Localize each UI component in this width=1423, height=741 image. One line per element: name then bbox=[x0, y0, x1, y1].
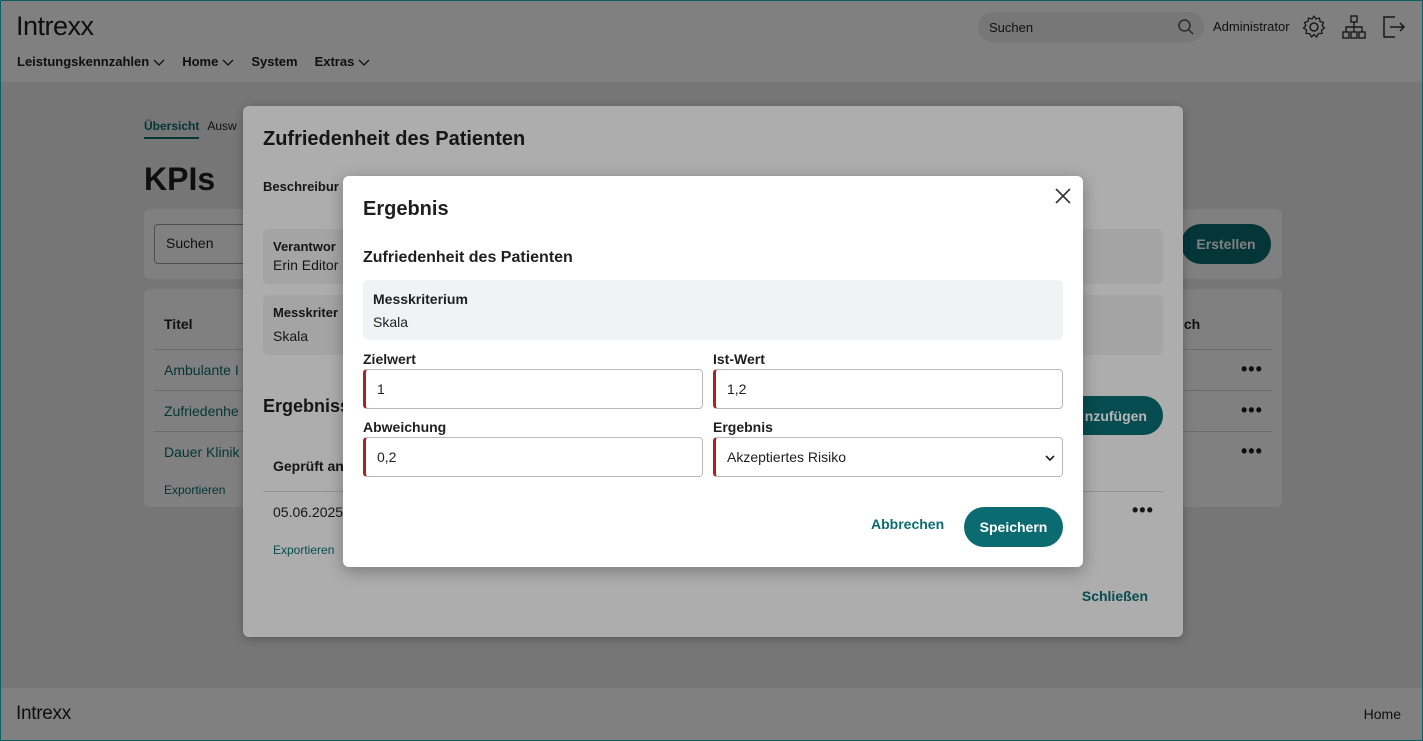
result-label: Ergebnis bbox=[713, 419, 773, 435]
criterion-value: Skala bbox=[373, 314, 409, 330]
criterion-box: Messkriterium Skala bbox=[363, 280, 1063, 340]
dialog-title: Ergebnis bbox=[363, 198, 449, 220]
target-value-field[interactable]: 1 bbox=[363, 369, 703, 409]
deviation-field[interactable]: 0,2 bbox=[363, 437, 703, 477]
deviation-label: Abweichung bbox=[363, 419, 447, 435]
dialog-subtitle: Zufriedenheit des Patienten bbox=[363, 249, 573, 266]
result-select[interactable]: Akzeptiertes Risiko bbox=[713, 437, 1063, 477]
chevron-down-icon bbox=[1045, 455, 1055, 462]
result-selected-value: Akzeptiertes Risiko bbox=[727, 449, 847, 465]
result-dialog: Ergebnis Zufriedenheit des Patienten Mes… bbox=[343, 176, 1083, 567]
criterion-label: Messkriterium bbox=[373, 291, 468, 307]
actual-value-field[interactable]: 1,2 bbox=[713, 369, 1063, 409]
save-button[interactable]: Speichern bbox=[964, 507, 1063, 547]
actual-label: Ist-Wert bbox=[713, 351, 765, 367]
cancel-button[interactable]: Abbrechen bbox=[871, 516, 944, 532]
close-icon[interactable] bbox=[1053, 186, 1073, 206]
target-label: Zielwert bbox=[363, 351, 416, 367]
app-window: Intrexx Leistungskennzahlen Home System … bbox=[0, 0, 1423, 741]
